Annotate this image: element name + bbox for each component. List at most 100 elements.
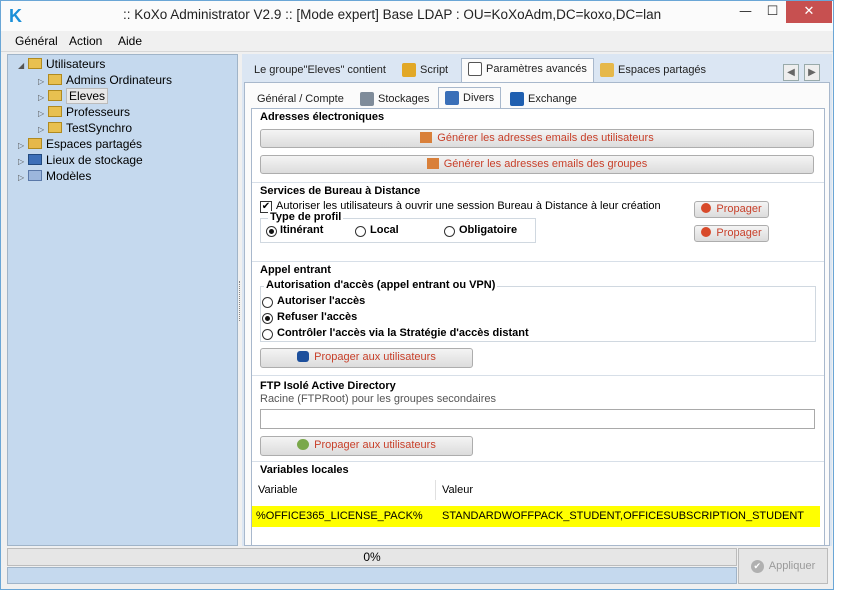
tree-item-label: Professeurs — [66, 105, 131, 119]
tabs-next-button[interactable]: ▶ — [804, 64, 820, 81]
generate-user-emails-button[interactable]: Générer les adresses emails des utilisat… — [260, 129, 814, 148]
generate-group-emails-button[interactable]: Générer les adresses emails des groupes — [260, 155, 814, 174]
ftp-section: FTP Isolé Active Directory Racine (FTPRo… — [252, 375, 824, 456]
splitter-handle[interactable] — [239, 281, 241, 321]
access-authorization-title: Autorisation d'accès (appel entrant ou V… — [264, 279, 498, 291]
tree-item-label: Espaces partagés — [46, 137, 143, 151]
menu-aide[interactable]: Aide — [118, 34, 142, 48]
window-title: :: KoXo Administrator V2.9 :: [Mode expe… — [123, 7, 662, 22]
profile-itinerant-label: Itinérant — [280, 224, 324, 236]
gears-icon — [402, 63, 416, 78]
variable-cell[interactable]: %OFFICE365_LICENSE_PACK% — [256, 506, 423, 527]
tabs-prev-button[interactable]: ◀ — [783, 64, 799, 81]
tab-label: Paramètres avancés — [486, 63, 587, 75]
tree-item-testsynchro[interactable]: ▷ TestSynchro — [38, 120, 132, 136]
tree-item-label: TestSynchro — [66, 121, 133, 135]
propagate-dialin-button[interactable]: Propager aux utilisateurs — [260, 348, 473, 368]
value-cell[interactable]: STANDARDWOFFPACK_STUDENT,OFFICESUBSCRIPT… — [442, 506, 804, 527]
tree-item-espaces-partages[interactable]: ▷ Espaces partagés — [18, 136, 142, 152]
ftp-root-label: Racine (FTPRoot) pour les groupes second… — [260, 393, 497, 405]
button-label: Propager aux utilisateurs — [314, 351, 436, 363]
tab-groupe-contient[interactable]: Le groupe"Eleves" contient — [248, 60, 392, 82]
tree-item-admins-ordinateurs[interactable]: ▷ Admins Ordinateurs — [38, 72, 172, 88]
tab-label: Divers — [463, 92, 495, 104]
local-variables-section: Variables locales Variable Valeur %OFFIC… — [252, 461, 824, 545]
ftp-root-input[interactable] — [260, 409, 815, 429]
tree-item-lieux-de-stockage[interactable]: ▷ Lieux de stockage — [18, 152, 143, 168]
propagate-rds-button[interactable]: Propager — [694, 201, 769, 218]
tree-sidebar: ◢ Utilisateurs ▷ Admins Ordinateurs ▷ Eleve… — [7, 54, 238, 546]
menu-general[interactable]: Général — [15, 34, 58, 48]
tree-item-eleves[interactable]: ▷ Eleves — [38, 88, 109, 104]
propagate-ftp-button[interactable]: Propager aux utilisateurs — [260, 436, 473, 456]
deny-access-radio[interactable] — [262, 313, 273, 324]
menu-bar: Général Action Aide — [1, 31, 833, 52]
main-area: Le groupe"Eleves" contient Script Paramè… — [242, 54, 832, 546]
collapsed-arrow-icon[interactable]: ▷ — [18, 170, 28, 186]
storage-icon — [360, 92, 374, 107]
tree-item-professeurs[interactable]: ▷ Professeurs — [38, 104, 130, 120]
profile-type-title: Type de profil — [268, 211, 344, 223]
title-bar[interactable]: K :: KoXo Administrator V2.9 :: [Mode ex… — [1, 1, 833, 31]
tab-label: Stockages — [378, 93, 430, 105]
tree-item-modeles[interactable]: ▷ Modèles — [18, 168, 91, 184]
misc-settings-icon — [445, 91, 459, 106]
tree-item-label: Utilisateurs — [46, 57, 106, 71]
button-label: Propager aux utilisateurs — [314, 439, 436, 451]
expanded-arrow-icon[interactable]: ◢ — [18, 58, 28, 74]
app-window: K :: KoXo Administrator V2.9 :: [Mode ex… — [0, 0, 834, 590]
status-bar: 0% — [7, 548, 737, 588]
profile-obligatoire-radio[interactable] — [444, 226, 455, 237]
arrow-right-icon — [701, 203, 712, 214]
allow-access-radio[interactable] — [262, 297, 273, 308]
email-card-icon — [426, 157, 439, 169]
folder-icon — [48, 90, 62, 102]
tab-parametres-avances[interactable]: Paramètres avancés — [461, 58, 594, 83]
section-title: FTP Isolé Active Directory — [260, 380, 396, 392]
progress-bar: 0% — [7, 548, 737, 566]
template-icon — [28, 170, 42, 182]
section-title: Appel entrant — [260, 264, 331, 276]
tree-item-utilisateurs[interactable]: ◢ Utilisateurs — [18, 56, 105, 72]
exchange-icon — [510, 92, 524, 107]
minimize-button[interactable]: — — [732, 1, 759, 23]
profile-local-label: Local — [370, 224, 399, 236]
tab-label: Exchange — [528, 93, 577, 105]
close-button[interactable]: ✕ — [786, 1, 832, 23]
sub-tabs: Général / Compte Stockages Divers Exchan… — [245, 87, 831, 109]
tree-item-label: Admins Ordinateurs — [66, 73, 173, 87]
folder-icon — [48, 106, 62, 118]
section-title: Adresses électroniques — [260, 111, 385, 123]
button-label: Générer les adresses emails des groupes — [443, 158, 648, 170]
tab-espaces-partages[interactable]: Espaces partagés — [594, 60, 712, 82]
folder-icon — [48, 122, 62, 134]
arrow-right-icon — [701, 227, 712, 238]
dialin-section: Appel entrant Autorisation d'accès (appe… — [252, 261, 824, 373]
ftp-users-icon — [297, 438, 310, 450]
menu-action[interactable]: Action — [69, 34, 102, 48]
policy-access-radio[interactable] — [262, 329, 273, 340]
folder-icon — [48, 74, 62, 86]
tree-item-label: Lieux de stockage — [46, 153, 143, 167]
section-title: Variables locales — [260, 464, 349, 476]
button-label: Propager — [716, 227, 762, 239]
tab-script[interactable]: Script — [396, 60, 454, 82]
column-header-value[interactable]: Valeur — [436, 480, 824, 500]
section-title: Services de Bureau à Distance — [260, 185, 421, 197]
button-label: Propager — [716, 203, 762, 215]
maximize-button[interactable]: ☐ — [759, 1, 786, 23]
apply-button[interactable]: ✔ Appliquer — [738, 548, 828, 584]
tab-label: Script — [420, 64, 449, 76]
tab-divers[interactable]: Divers — [438, 87, 502, 109]
profile-itinerant-radio[interactable] — [266, 226, 277, 237]
allow-access-label: Autoriser l'accès — [277, 295, 366, 307]
column-header-variable[interactable]: Variable — [252, 480, 436, 500]
tree-item-label: Modèles — [46, 169, 92, 183]
status-strip — [7, 567, 737, 584]
email-section: Adresses électroniques Générer les adres… — [252, 109, 824, 177]
button-label: Générer les adresses emails des utilisat… — [437, 132, 654, 144]
propagate-profile-button[interactable]: Propager — [694, 225, 769, 242]
top-tabs: Le groupe"Eleves" contient Script Paramè… — [242, 58, 832, 83]
table-row[interactable]: %OFFICE365_LICENSE_PACK% STANDARDWOFFPAC… — [252, 506, 820, 527]
profile-local-radio[interactable] — [355, 226, 366, 237]
